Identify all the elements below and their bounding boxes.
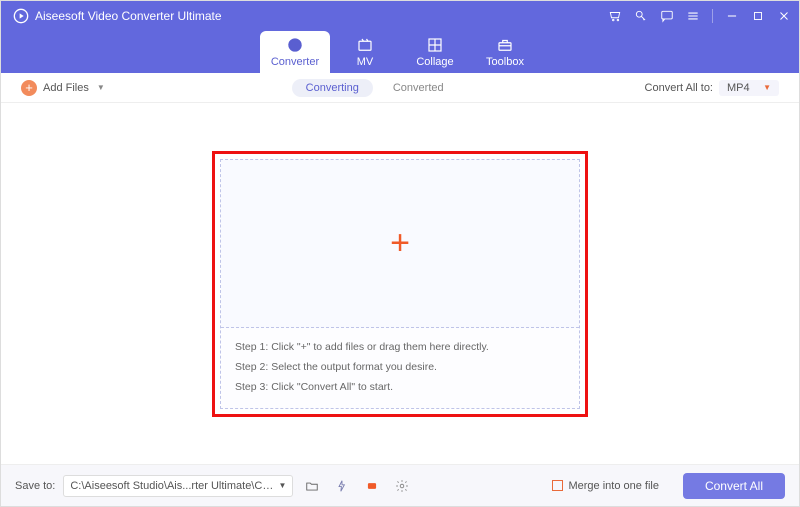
gpu-button[interactable] bbox=[361, 475, 383, 497]
folder-icon bbox=[305, 479, 319, 493]
tab-converter-label: Converter bbox=[271, 56, 319, 68]
open-folder-button[interactable] bbox=[301, 475, 323, 497]
dropzone[interactable]: + Step 1: Click "+" to add files or drag… bbox=[220, 159, 580, 409]
convert-all-to: Convert All to: MP4 ▼ bbox=[645, 80, 779, 96]
save-to-select[interactable]: C:\Aiseesoft Studio\Ais...rter Ultimate\… bbox=[63, 475, 293, 497]
highlight-box: + Step 1: Click "+" to add files or drag… bbox=[212, 151, 588, 417]
tab-toolbox[interactable]: Toolbox bbox=[470, 31, 540, 73]
hardware-accel-button[interactable] bbox=[331, 475, 353, 497]
format-value: MP4 bbox=[727, 82, 750, 94]
chevron-down-icon: ▼ bbox=[278, 481, 286, 490]
step-2: Step 2: Select the output format you des… bbox=[235, 358, 565, 378]
step-3: Step 3: Click "Convert All" to start. bbox=[235, 378, 565, 398]
segment-converting[interactable]: Converting bbox=[292, 79, 373, 97]
toolbar: + Add Files ▼ Converting Converted Conve… bbox=[1, 73, 799, 103]
merge-label: Merge into one file bbox=[568, 480, 659, 492]
chevron-down-icon: ▼ bbox=[97, 83, 105, 92]
tab-toolbox-label: Toolbox bbox=[486, 56, 524, 68]
save-to-label: Save to: bbox=[15, 480, 55, 492]
convert-all-button[interactable]: Convert All bbox=[683, 473, 785, 499]
titlebar-actions bbox=[608, 9, 791, 23]
titlebar-row: Aiseesoft Video Converter Ultimate bbox=[1, 1, 799, 31]
app-window: Aiseesoft Video Converter Ultimate Conve… bbox=[0, 0, 800, 507]
maximize-icon[interactable] bbox=[751, 9, 765, 23]
convert-all-to-label: Convert All to: bbox=[645, 82, 713, 94]
lightning-icon bbox=[335, 479, 349, 493]
toolbar-center: Converting Converted bbox=[105, 79, 645, 97]
tab-collage-label: Collage bbox=[416, 56, 453, 68]
gpu-icon bbox=[365, 479, 379, 493]
converter-icon bbox=[286, 36, 304, 54]
tab-collage[interactable]: Collage bbox=[400, 31, 470, 73]
toolbox-icon bbox=[496, 36, 514, 54]
app-title: Aiseesoft Video Converter Ultimate bbox=[35, 9, 222, 23]
menu-icon[interactable] bbox=[686, 9, 700, 23]
add-files-label: Add Files bbox=[43, 82, 89, 94]
dropzone-top[interactable]: + bbox=[221, 160, 579, 328]
tab-mv[interactable]: MV bbox=[330, 31, 400, 73]
key-icon[interactable] bbox=[634, 9, 648, 23]
feedback-icon[interactable] bbox=[660, 9, 674, 23]
step-1: Step 1: Click "+" to add files or drag t… bbox=[235, 338, 565, 358]
tab-mv-label: MV bbox=[357, 56, 374, 68]
header-tabs: Converter MV Collage Toolbox bbox=[1, 31, 799, 73]
format-select[interactable]: MP4 ▼ bbox=[719, 80, 779, 96]
close-icon[interactable] bbox=[777, 9, 791, 23]
cart-icon[interactable] bbox=[608, 9, 622, 23]
tab-converter[interactable]: Converter bbox=[260, 31, 330, 73]
save-to-path: C:\Aiseesoft Studio\Ais...rter Ultimate\… bbox=[70, 480, 278, 492]
merge-checkbox[interactable]: Merge into one file bbox=[552, 480, 659, 492]
collage-icon bbox=[426, 36, 444, 54]
settings-button[interactable] bbox=[391, 475, 413, 497]
bottombar: Save to: C:\Aiseesoft Studio\Ais...rter … bbox=[1, 464, 799, 506]
app-logo-icon bbox=[13, 8, 29, 24]
big-plus-icon[interactable]: + bbox=[390, 226, 410, 260]
main-area: + Step 1: Click "+" to add files or drag… bbox=[1, 103, 799, 464]
gear-icon bbox=[395, 479, 409, 493]
mv-icon bbox=[356, 36, 374, 54]
dropzone-steps: Step 1: Click "+" to add files or drag t… bbox=[221, 328, 579, 408]
checkbox-icon bbox=[552, 480, 563, 491]
add-files-button[interactable]: + Add Files ▼ bbox=[21, 80, 105, 96]
segment-converted[interactable]: Converted bbox=[379, 79, 458, 97]
titlebar: Aiseesoft Video Converter Ultimate Conve… bbox=[1, 1, 799, 73]
minimize-icon[interactable] bbox=[725, 9, 739, 23]
plus-icon: + bbox=[21, 80, 37, 96]
chevron-down-icon: ▼ bbox=[763, 83, 771, 92]
